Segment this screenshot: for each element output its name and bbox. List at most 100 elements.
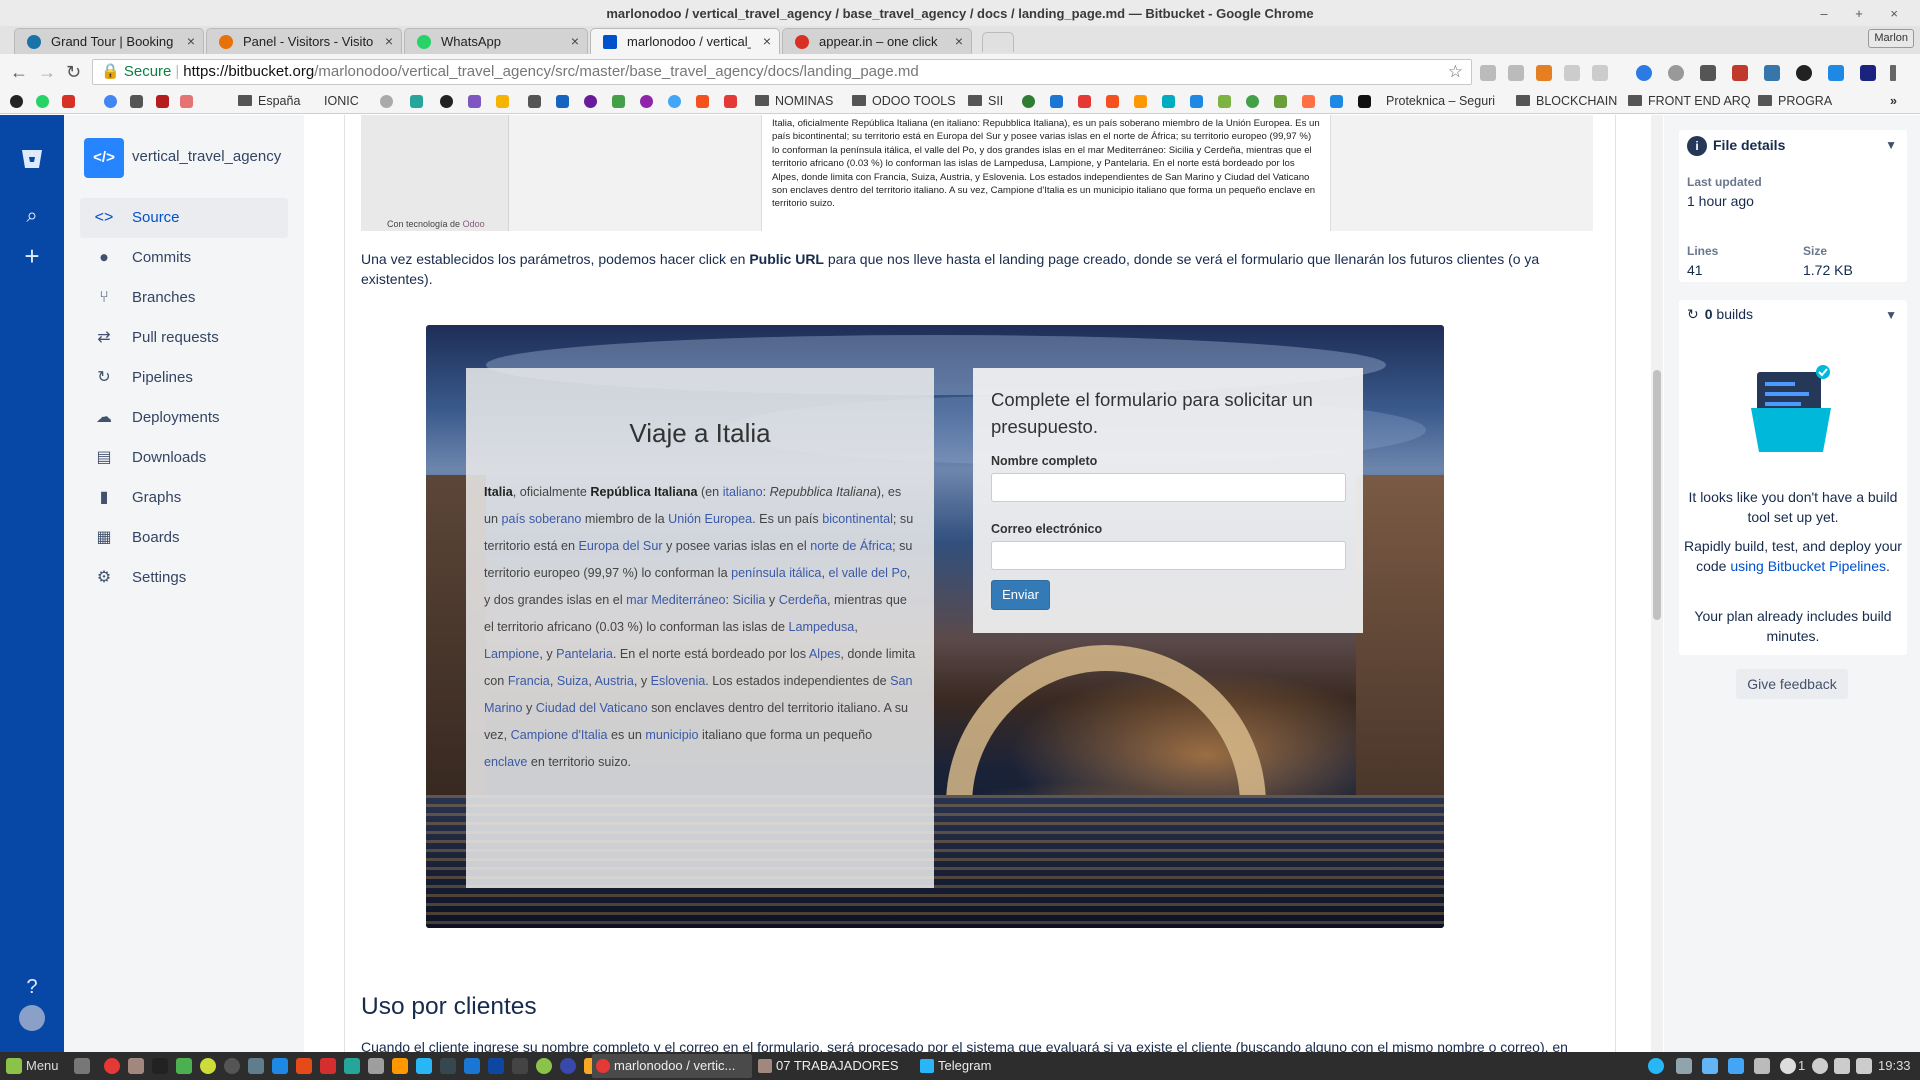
name-field[interactable] — [991, 473, 1346, 502]
bookmark-ionic[interactable]: IONIC — [324, 90, 359, 112]
python-icon[interactable] — [1764, 65, 1780, 81]
tab-appear-in[interactable]: appear.in – one click × — [782, 28, 972, 54]
app-icon[interactable] — [368, 1058, 384, 1074]
bookmark-icon[interactable] — [556, 95, 569, 108]
close-tab-icon[interactable]: × — [187, 29, 195, 54]
github-icon[interactable] — [10, 95, 23, 108]
bookmark-icon[interactable] — [1162, 95, 1175, 108]
bookmark-icon[interactable] — [468, 95, 481, 108]
sidebar-item-source[interactable]: <> Source — [80, 198, 288, 238]
tab-grand-tour[interactable]: Grand Tour | Booking T × — [14, 28, 204, 54]
give-feedback-button[interactable]: Give feedback — [1736, 669, 1848, 699]
address-bar[interactable]: 🔒 Secure | https://bitbucket.org/marlonodo… — [92, 59, 1472, 85]
bitbucket-logo-icon[interactable] — [20, 147, 44, 171]
sidebar-item-commits[interactable]: ⦁ Commits — [80, 238, 288, 278]
app-icon[interactable] — [512, 1058, 528, 1074]
bookmark-icon[interactable] — [1050, 95, 1063, 108]
bookmark-odoo-tools[interactable]: ODOO TOOLS — [852, 90, 956, 112]
extension-icon[interactable] — [1564, 65, 1580, 81]
files-icon[interactable] — [128, 1058, 144, 1074]
profile-button[interactable]: Marlon — [1868, 29, 1914, 48]
builds-header[interactable]: ↻ 0 builds — [1687, 306, 1753, 323]
bookmark-front-end-arq[interactable]: FRONT END ARQ — [1628, 90, 1751, 112]
window-controls[interactable]: – + × — [1820, 0, 1910, 28]
app-icon[interactable] — [416, 1058, 432, 1074]
app-icon[interactable] — [296, 1058, 312, 1074]
avatar[interactable] — [19, 1005, 45, 1031]
sidebar-item-downloads[interactable]: ▤ Downloads — [80, 438, 288, 478]
taskbar-window-folder[interactable]: 07 TRABAJADORES — [754, 1054, 914, 1078]
app-icon[interactable] — [440, 1058, 456, 1074]
app-icon[interactable] — [320, 1058, 336, 1074]
sidebar-item-settings[interactable]: ⚙ Settings — [80, 558, 288, 598]
extension-icon[interactable] — [1536, 65, 1552, 81]
bookmark-icon[interactable] — [1106, 95, 1119, 108]
bookmark-icon[interactable] — [1246, 95, 1259, 108]
sidebar-item-pull-requests[interactable]: ⇄ Pull requests — [80, 318, 288, 358]
apple-icon[interactable] — [130, 95, 143, 108]
bookmark-icon[interactable] — [1134, 95, 1147, 108]
email-field[interactable] — [991, 541, 1346, 570]
plus-icon[interactable]: + — [20, 243, 44, 269]
sidebar-item-pipelines[interactable]: ↻ Pipelines — [80, 358, 288, 398]
close-tab-icon[interactable]: × — [571, 29, 579, 54]
repo-avatar[interactable]: </> — [84, 138, 124, 178]
extension-icon[interactable] — [1828, 65, 1844, 81]
bookmark-icon[interactable] — [612, 95, 625, 108]
chrome-icon[interactable] — [104, 1058, 120, 1074]
volume-icon[interactable] — [1856, 1058, 1872, 1074]
back-arrow-icon[interactable]: ← — [10, 62, 28, 82]
bookmark-icon[interactable] — [528, 95, 541, 108]
extension-icon[interactable] — [1592, 65, 1608, 81]
app-icon[interactable] — [344, 1058, 360, 1074]
app-icon[interactable] — [560, 1058, 576, 1074]
bookmark-icon[interactable] — [668, 95, 681, 108]
github-icon[interactable] — [440, 95, 453, 108]
app-icon[interactable] — [248, 1058, 264, 1074]
more-bookmarks-icon[interactable]: » — [1890, 90, 1897, 112]
repo-name[interactable]: vertical_travel_agency — [132, 148, 281, 165]
extension-icon[interactable] — [1732, 65, 1748, 81]
bookmark-icon[interactable] — [156, 95, 169, 108]
sidebar-item-graphs[interactable]: ▮ Graphs — [80, 478, 288, 518]
taskbar-window-telegram[interactable]: Telegram — [916, 1054, 1046, 1078]
wifi-icon[interactable] — [1834, 1058, 1850, 1074]
tab-whatsapp[interactable]: WhatsApp × — [404, 28, 588, 54]
bookmark-icon[interactable] — [1330, 95, 1343, 108]
bookmark-icon[interactable] — [1078, 95, 1091, 108]
bookmark-nominas[interactable]: NOMINAS — [755, 90, 833, 112]
extension-icon[interactable] — [1636, 65, 1652, 81]
close-tab-icon[interactable]: × — [955, 29, 963, 54]
gmail-icon[interactable] — [62, 95, 75, 108]
chevron-down-icon[interactable]: ▼ — [1885, 308, 1897, 322]
desktop-icon[interactable] — [74, 1058, 90, 1074]
bookmark-espana[interactable]: España — [238, 90, 300, 112]
reload-icon[interactable]: ↻ — [66, 62, 81, 82]
submit-button[interactable]: Enviar — [991, 580, 1050, 610]
bluetooth-icon[interactable] — [1702, 1058, 1718, 1074]
notification-icon[interactable] — [1780, 1058, 1796, 1074]
bookmark-icon[interactable] — [1302, 95, 1315, 108]
bookmark-icon[interactable] — [696, 95, 709, 108]
bookmark-icon[interactable] — [584, 95, 597, 108]
mint-menu-icon[interactable] — [6, 1058, 22, 1074]
scrollbar-thumb[interactable] — [1653, 370, 1661, 620]
tab-bitbucket[interactable]: marlonodoo / vertical_tr × — [590, 28, 780, 54]
bookmark-icon[interactable] — [1190, 95, 1203, 108]
extension-icon[interactable] — [1668, 65, 1684, 81]
bookmark-icon[interactable] — [410, 95, 423, 108]
help-icon[interactable]: ? — [20, 975, 44, 999]
close-tab-icon[interactable]: × — [385, 29, 393, 54]
bookmark-icon[interactable] — [640, 95, 653, 108]
app-icon[interactable] — [200, 1058, 216, 1074]
shield-icon[interactable] — [1676, 1058, 1692, 1074]
extension-icon[interactable] — [1860, 65, 1876, 81]
bookmark-sii[interactable]: SII — [968, 90, 1003, 112]
extension-icon[interactable] — [1796, 65, 1812, 81]
pipelines-link[interactable]: using Bitbucket Pipelines — [1730, 558, 1886, 574]
new-tab-button[interactable] — [982, 32, 1014, 52]
bookmark-star-icon[interactable]: ☆ — [1448, 60, 1463, 84]
taskbar-window-browser[interactable]: marlonodoo / vertic... — [592, 1054, 752, 1078]
bookmark-icon[interactable] — [1274, 95, 1287, 108]
app-icon[interactable] — [464, 1058, 480, 1074]
